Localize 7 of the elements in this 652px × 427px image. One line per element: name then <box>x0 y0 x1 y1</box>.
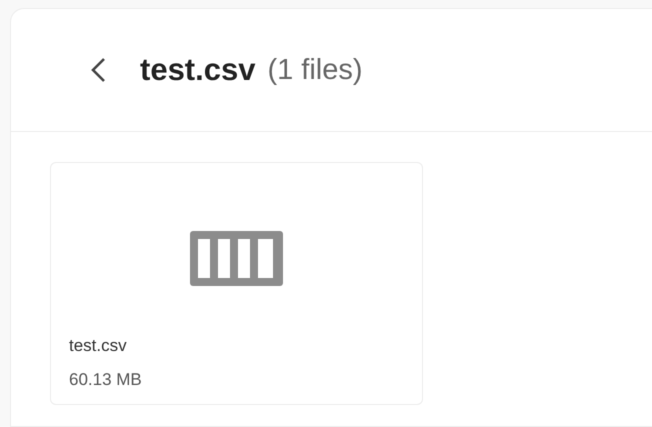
file-count: (1 files) <box>267 54 363 86</box>
chevron-left-icon <box>90 57 106 83</box>
file-size: 60.13 MB <box>69 370 143 390</box>
file-card[interactable]: test.csv 60.13 MB <box>50 162 423 405</box>
table-columns-icon <box>190 231 283 286</box>
file-name: test.csv <box>69 336 128 356</box>
folder-title: test.csv <box>140 52 256 88</box>
